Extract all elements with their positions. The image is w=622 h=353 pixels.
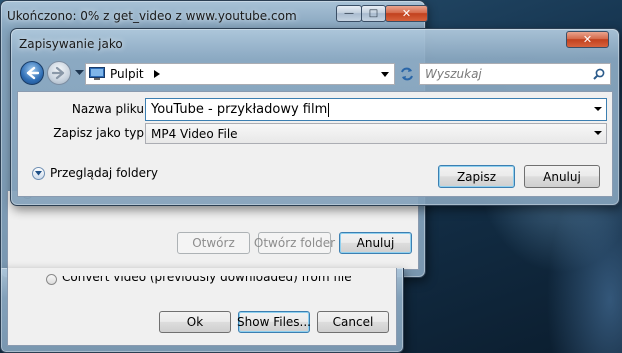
history-dropdown-icon[interactable] (75, 70, 84, 76)
location-label[interactable]: Pulpit (110, 67, 144, 81)
dialog-client: Nazwa pliku: YouTube - przykładowy film … (17, 91, 613, 197)
app-window: Convert video (previously downloaded) fr… (0, 268, 404, 353)
window-title: Ukończono: 0% z get_video z www.youtube.… (7, 9, 297, 23)
refresh-button[interactable] (397, 63, 417, 85)
ok-button[interactable]: Ok (159, 311, 231, 333)
filename-label: Nazwa pliku: (71, 102, 148, 116)
filename-dropdown-icon[interactable] (594, 107, 602, 111)
radio-convert[interactable] (46, 274, 57, 285)
radio-convert-label: Convert video (previously downloaded) fr… (62, 272, 352, 284)
app-window-client: Convert video (previously downloaded) fr… (7, 268, 397, 346)
dialog-title: Zapisywanie jako (19, 37, 123, 51)
text-cursor (328, 102, 330, 117)
address-dropdown-icon[interactable] (381, 72, 389, 77)
refresh-icon (401, 67, 413, 81)
minimize-button[interactable]: — (336, 5, 362, 22)
filetype-value: MP4 Video File (151, 126, 238, 141)
filename-input[interactable]: YouTube - przykładowy film (145, 98, 607, 121)
caption-buttons: — □ ✕ (336, 5, 428, 22)
forward-button[interactable] (47, 61, 71, 85)
desktop-icon (89, 67, 105, 80)
search-input[interactable]: Wyszukaj (419, 63, 611, 85)
dialog-close-button[interactable]: ✕ (566, 31, 609, 48)
save-as-dialog: Zapisywanie jako ✕ Pulpit Wyszukaj Nazwa… (10, 28, 620, 206)
back-arrow-icon (26, 66, 39, 80)
browse-folders-toggle[interactable]: Przeglądaj foldery (32, 166, 158, 180)
maximize-button[interactable]: □ (361, 5, 386, 22)
filetype-select[interactable]: MP4 Video File (145, 123, 607, 144)
cancel-download-button[interactable]: Anuluj (339, 232, 412, 254)
filetype-dropdown-icon[interactable] (594, 131, 602, 135)
filename-value: YouTube - przykładowy film (151, 102, 328, 117)
address-bar[interactable]: Pulpit (85, 63, 395, 85)
open-folder-button[interactable]: Otwórz folder (254, 232, 335, 254)
back-button[interactable] (20, 61, 44, 85)
search-icon[interactable] (593, 68, 605, 80)
browse-folders-label: Przeglądaj foldery (50, 166, 158, 180)
app-cancel-button[interactable]: Cancel (317, 311, 389, 333)
breadcrumb-arrow-icon[interactable] (153, 70, 160, 78)
search-placeholder: Wyszukaj (425, 67, 482, 81)
forward-arrow-icon (52, 66, 65, 80)
close-button[interactable]: ✕ (385, 5, 428, 22)
expand-chevron-icon (32, 166, 45, 180)
navigation-bar: Pulpit Wyszukaj (17, 59, 613, 89)
save-button[interactable]: Zapisz (438, 165, 515, 188)
open-button[interactable]: Otwórz (177, 232, 250, 254)
dialog-cancel-button[interactable]: Anuluj (524, 165, 600, 188)
show-files-button[interactable]: Show Files... (237, 311, 311, 333)
filetype-label: Zapisz jako typ: (53, 126, 148, 140)
dialog-caption-buttons: ✕ (566, 31, 609, 48)
